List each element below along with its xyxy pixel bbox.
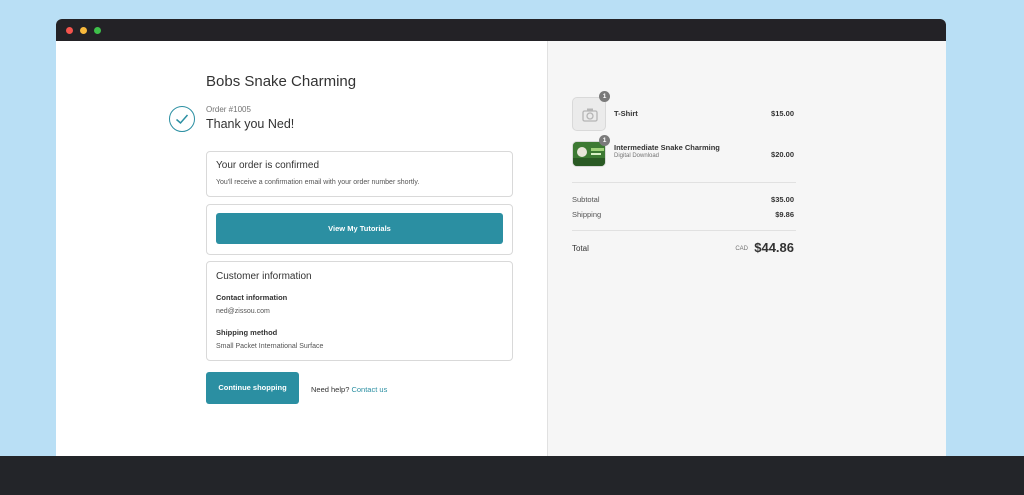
continue-shopping-button[interactable]: Continue shopping [206, 372, 299, 404]
total-value: $44.86 [754, 240, 794, 255]
close-window-icon[interactable] [66, 27, 73, 34]
checkout-page: Bobs Snake Charming Order #1005 Thank yo… [56, 41, 946, 456]
order-summary-panel: 1 T-Shirt $15.00 1 Intermediate Snake Ch… [547, 41, 946, 456]
contact-us-link[interactable]: Contact us [351, 385, 387, 394]
view-tutorials-button[interactable]: View My Tutorials [216, 213, 503, 244]
divider [572, 230, 796, 231]
browser-window: Bobs Snake Charming Order #1005 Thank yo… [56, 19, 946, 456]
total-label: Total [572, 244, 589, 253]
help-text: Need help? Contact us [311, 385, 387, 394]
shipping-label: Shipping [572, 210, 602, 219]
snake-charming-image [573, 142, 605, 166]
shipping-method-label: Shipping method [216, 328, 278, 337]
order-number: Order #1005 [206, 105, 251, 114]
need-help-label: Need help? [311, 385, 350, 394]
customer-information-box: Customer information Contact information… [206, 261, 513, 361]
product-thumbnail [572, 97, 606, 131]
currency-code: CAD [735, 246, 748, 252]
item-name: Intermediate Snake Charming [614, 143, 720, 152]
order-status-panel: Bobs Snake Charming Order #1005 Thank yo… [56, 41, 547, 456]
bottom-band [0, 456, 1024, 495]
divider [572, 182, 796, 183]
maximize-window-icon[interactable] [94, 27, 101, 34]
item-subtitle: Digital Download [614, 153, 660, 159]
subtotal-value: $35.00 [771, 195, 794, 204]
item-price: $15.00 [771, 109, 794, 118]
minimize-window-icon[interactable] [80, 27, 87, 34]
store-name: Bobs Snake Charming [206, 73, 357, 90]
order-confirmed-title: Your order is confirmed [216, 160, 320, 171]
window-titlebar [56, 19, 946, 41]
shipping-value: $9.86 [775, 210, 794, 219]
checkmark-icon [169, 106, 195, 132]
tutorials-box: View My Tutorials [206, 204, 513, 255]
item-price: $20.00 [771, 150, 794, 159]
subtotal-label: Subtotal [572, 195, 600, 204]
thank-you-heading: Thank you Ned! [206, 117, 295, 131]
camera-icon [582, 108, 598, 122]
quantity-badge: 1 [599, 135, 610, 146]
contact-email: ned@zissou.com [216, 308, 270, 315]
contact-information-label: Contact information [216, 293, 288, 302]
quantity-badge: 1 [599, 91, 610, 102]
order-confirmed-message: You'll receive a confirmation email with… [216, 179, 420, 186]
order-confirmed-box: Your order is confirmed You'll receive a… [206, 151, 513, 197]
item-name: T-Shirt [614, 109, 638, 118]
shipping-method-value: Small Packet International Surface [216, 343, 324, 350]
customer-information-title: Customer information [216, 271, 312, 282]
